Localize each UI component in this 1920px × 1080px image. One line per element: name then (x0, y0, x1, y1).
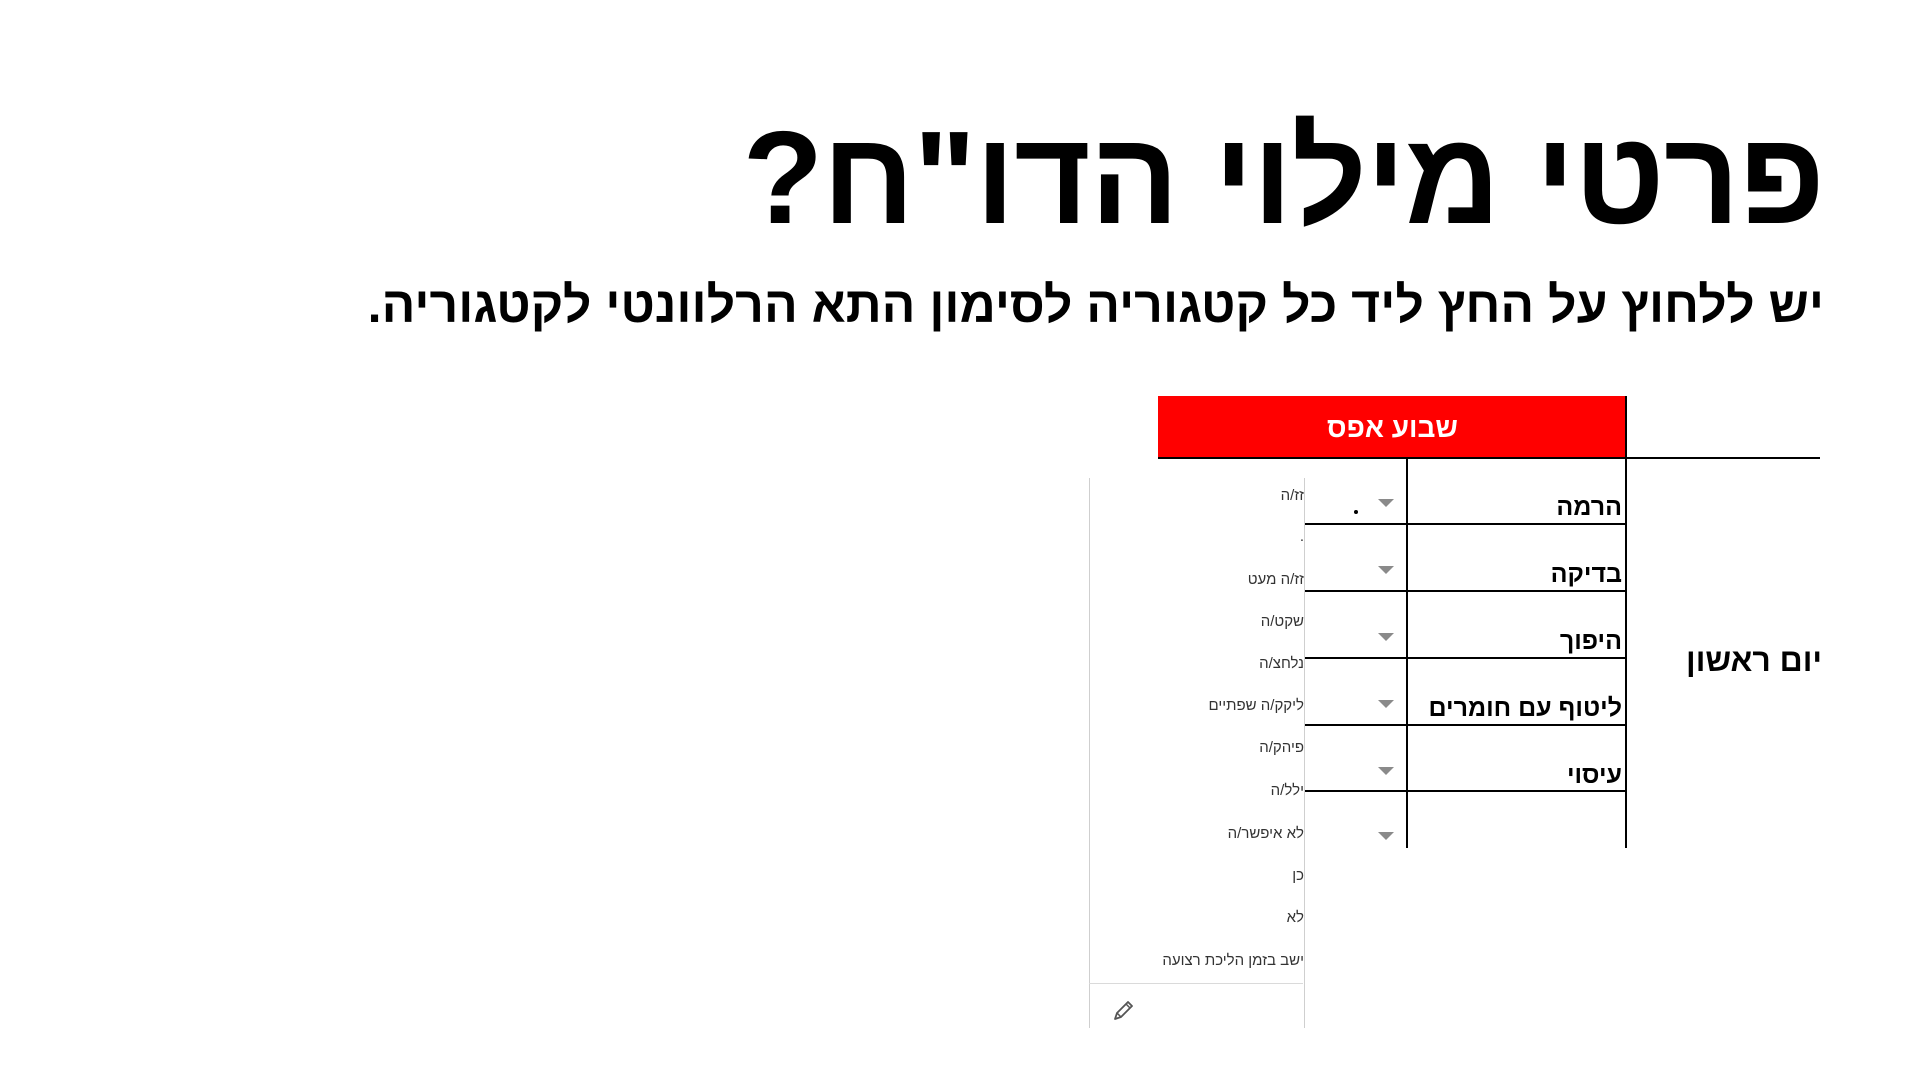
dropdown-option[interactable]: ילל/ה (1271, 782, 1304, 800)
cell-value-dot (1354, 510, 1358, 514)
category-label-petting: ליטוף עם חומרים (1428, 694, 1622, 722)
dropdown-option[interactable]: נלחצ/ה (1259, 655, 1304, 673)
dropdown-arrow-icon[interactable] (1378, 767, 1394, 775)
week-header-label: שבוע אפס (1327, 411, 1458, 443)
dropdown-arrow-icon[interactable] (1378, 633, 1394, 641)
day-label: יום ראשון (1686, 642, 1822, 678)
dropdown-option[interactable]: ישב בזמן הליכת רצועה (1162, 952, 1304, 970)
dropdown-arrow-icon[interactable] (1378, 566, 1394, 574)
dropdown-option[interactable]: שקט/ה (1261, 613, 1304, 631)
grid-line (1625, 396, 1627, 848)
category-label-massage: עיסוי (1566, 761, 1622, 789)
dropdown-option[interactable]: זז/ה מעט (1248, 571, 1304, 589)
category-label-lifting: הרמה (1556, 493, 1622, 521)
pencil-icon[interactable] (1110, 998, 1136, 1024)
dropdown-option[interactable]: ליקק/ה שפתיים (1208, 697, 1304, 715)
dropdown-option[interactable]: זז/ה (1281, 487, 1304, 505)
dropdown-arrow-icon[interactable] (1378, 499, 1394, 507)
dropdown-option[interactable]: . (1300, 528, 1304, 546)
dropdown-separator (1089, 983, 1303, 984)
dropdown-option[interactable]: כן (1292, 867, 1304, 885)
page-title: פרטי מילוי הדו"ח? (742, 104, 1825, 251)
grid-line (1158, 457, 1820, 459)
page-subtitle: יש ללחוץ על החץ ליד כל קטגוריה לסימון הת… (367, 277, 1824, 333)
dropdown-option[interactable]: לא (1287, 909, 1304, 927)
category-label-check: בדיקה (1550, 560, 1622, 588)
category-label-flip: היפוך (1559, 627, 1622, 655)
week-header: שבוע אפס (1158, 396, 1627, 459)
dropdown-arrow-icon[interactable] (1378, 700, 1394, 708)
dropdown-option[interactable]: פיהק/ה (1259, 739, 1304, 757)
dropdown-arrow-icon[interactable] (1378, 832, 1394, 840)
dropdown-option[interactable]: לא איפשר/ה (1228, 825, 1304, 843)
